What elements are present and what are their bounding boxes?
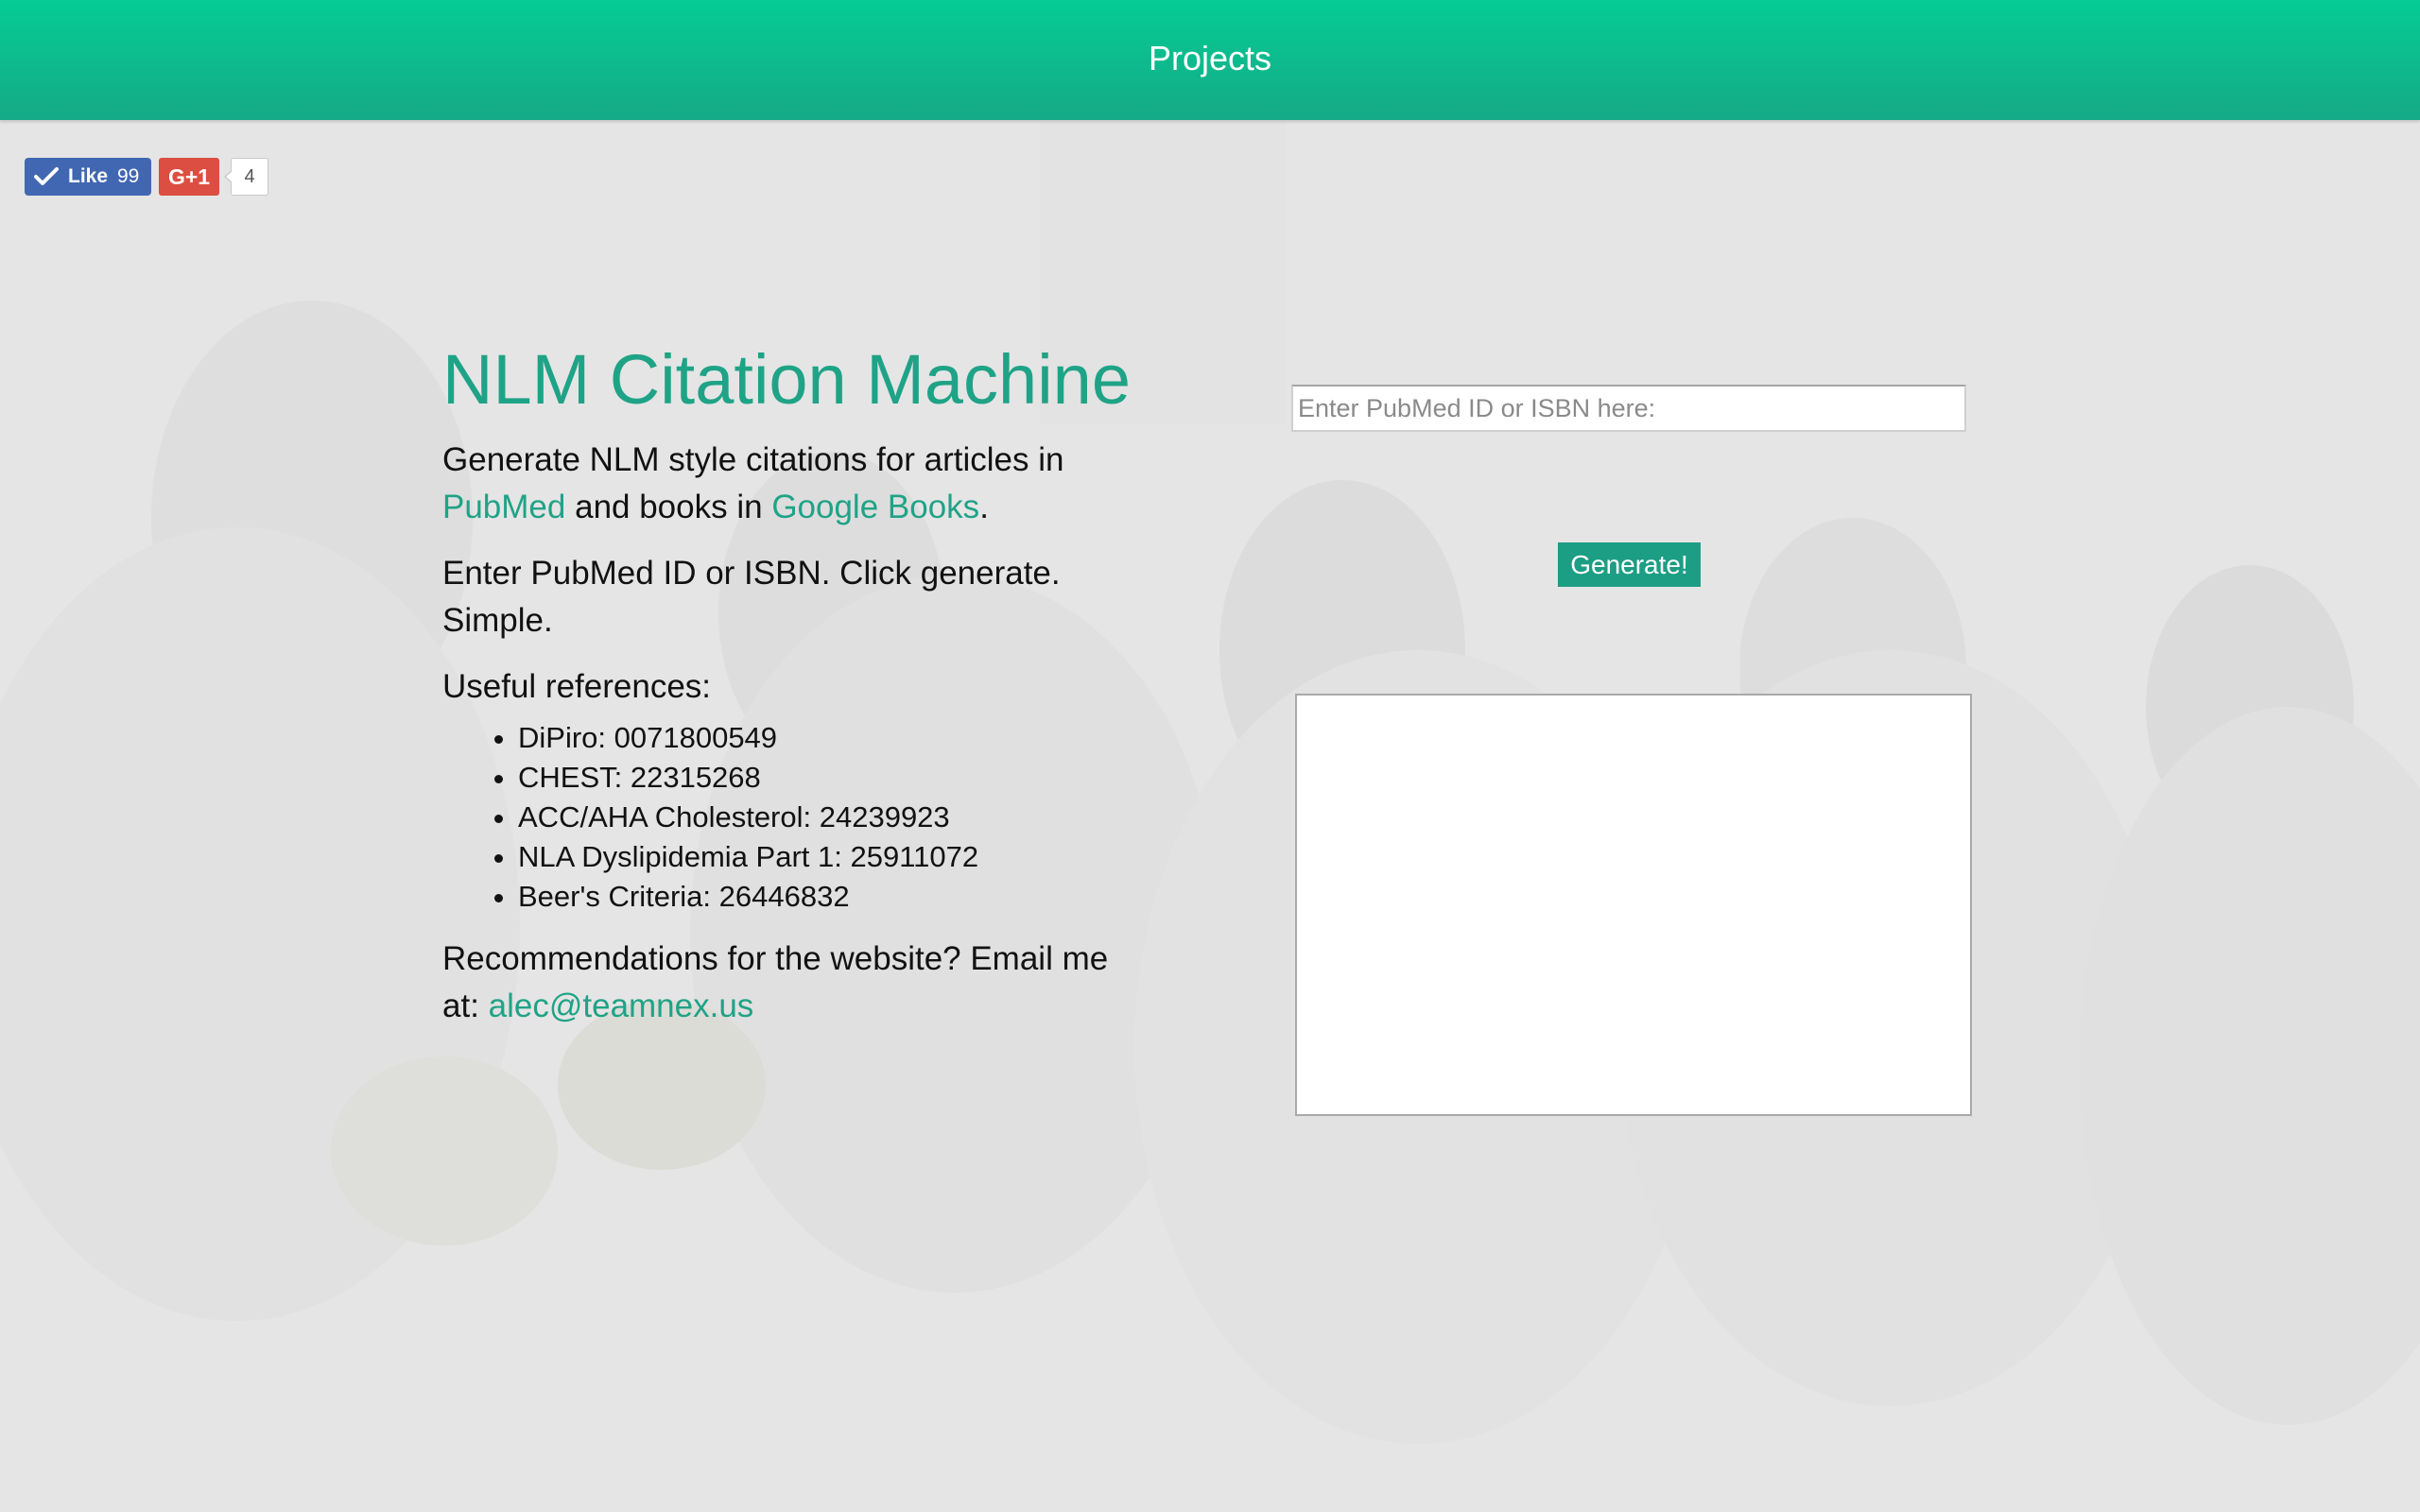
intro-text-1: Generate NLM style citations for article…	[442, 441, 1064, 478]
citation-output-textarea[interactable]	[1295, 694, 1972, 1116]
references-list: DiPiro: 0071800549 CHEST: 22315268 ACC/A…	[442, 718, 1142, 917]
generate-button[interactable]: Generate!	[1558, 542, 1701, 587]
pubmed-link[interactable]: PubMed	[442, 489, 565, 525]
instructions-text: Enter PubMed ID or ISBN. Click generate.…	[442, 555, 1061, 639]
checkmark-icon	[34, 167, 59, 185]
page-title: NLM Citation Machine	[442, 340, 1131, 419]
contact-paragraph: Recommendations for the website? Email m…	[442, 936, 1142, 1030]
google-plus-count-badge: 4	[224, 158, 268, 196]
intro-column: NLM Citation Machine Generate NLM style …	[442, 333, 1142, 1049]
background-photo	[0, 121, 2420, 1512]
google-plus-one-button[interactable]: G+1	[159, 158, 219, 196]
nav-projects-link[interactable]: Projects	[0, 0, 2420, 117]
reference-item: CHEST: 22315268	[518, 758, 1142, 798]
like-label: Like	[68, 165, 109, 187]
like-count: 99	[117, 165, 140, 187]
google-books-link[interactable]: Google Books	[771, 489, 979, 525]
contact-email-link[interactable]: alec@teamnex.us	[489, 988, 754, 1024]
intro-paragraph: Generate NLM style citations for article…	[442, 437, 1142, 531]
facebook-like-button[interactable]: Like 99	[25, 158, 151, 196]
reference-item: ACC/AHA Cholesterol: 24239923	[518, 798, 1142, 837]
pubmed-isbn-input[interactable]	[1291, 385, 1966, 432]
references-heading: Useful references:	[442, 668, 712, 705]
intro-text-2: and books in	[565, 489, 772, 525]
reference-item: NLA Dyslipidemia Part 1: 25911072	[518, 837, 1142, 877]
reference-item: Beer's Criteria: 26446832	[518, 877, 1142, 917]
intro-text-3: .	[979, 489, 989, 525]
reference-item: DiPiro: 0071800549	[518, 718, 1142, 758]
top-navigation-bar: Projects	[0, 0, 2420, 120]
